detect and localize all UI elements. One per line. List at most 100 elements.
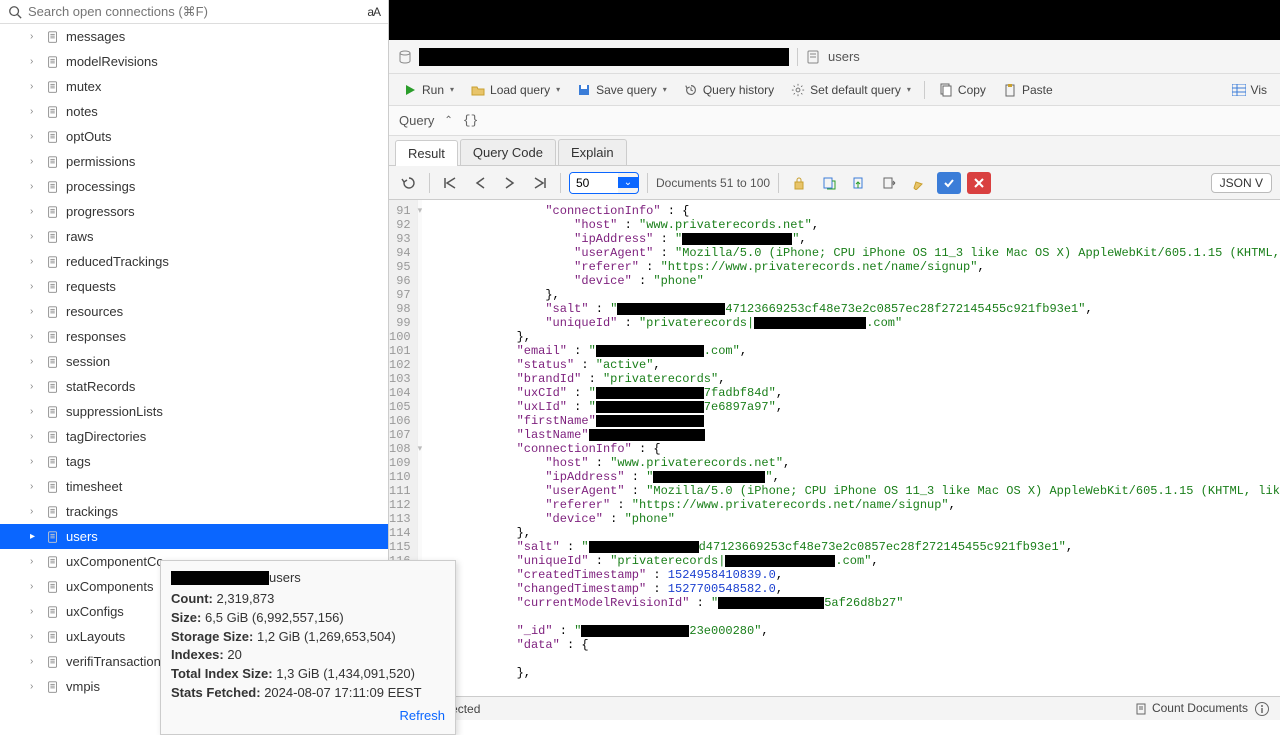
search-bar[interactable]: aA	[0, 0, 388, 24]
export-icon[interactable]	[817, 172, 841, 194]
paste-label: Paste	[1022, 83, 1053, 97]
tree-item-label: vmpis	[66, 679, 100, 694]
history-label: Query history	[703, 83, 774, 97]
chevron-right-icon: ›	[30, 281, 42, 292]
edit-icon[interactable]	[907, 172, 931, 194]
prev-page-button[interactable]	[468, 172, 492, 194]
caret-down-icon: ▾	[907, 85, 911, 94]
breadcrumb: users	[389, 40, 1280, 74]
folder-icon	[470, 82, 486, 98]
count-documents-button[interactable]: Count Documents	[1135, 701, 1248, 716]
tree-item-resources[interactable]: › resources	[0, 299, 388, 324]
tree-item-reducedTrackings[interactable]: ›reducedTrackings	[0, 249, 388, 274]
tree-item-users[interactable]: ▸users	[0, 524, 388, 549]
tab-query-code[interactable]: Query Code	[460, 139, 556, 165]
paste-button[interactable]: Paste	[995, 78, 1060, 102]
chevron-down-icon[interactable]: ⌄	[618, 177, 638, 188]
tab-explain[interactable]: Explain	[558, 139, 627, 165]
tree-item-label: optOuts	[66, 129, 112, 144]
chevron-up-icon[interactable]: ⌃	[444, 115, 452, 126]
grid-icon	[1231, 82, 1247, 98]
tree-item-label: requests	[66, 279, 116, 294]
visual-button[interactable]: Vis	[1224, 78, 1274, 102]
tree-item-label: progressors	[66, 204, 135, 219]
tree-item-responses[interactable]: ›responses	[0, 324, 388, 349]
set-default-query-button[interactable]: Set default query ▾	[783, 78, 918, 102]
default-label: Set default query	[810, 83, 901, 97]
json-editor[interactable]: 9192939495969798991001011021031041051061…	[389, 200, 1280, 696]
save-label: Save query	[596, 83, 657, 97]
query-braces[interactable]: {}	[463, 113, 479, 128]
page-size-input[interactable]	[570, 173, 618, 193]
tree-item-modelRevisions[interactable]: ›modelRevisions	[0, 49, 388, 74]
tree-item-progressors[interactable]: › progressors	[0, 199, 388, 224]
chevron-right-icon: ›	[30, 56, 42, 67]
next-page-button[interactable]	[498, 172, 522, 194]
lock-icon[interactable]	[787, 172, 811, 194]
tooltip-refresh[interactable]: Refresh	[171, 707, 445, 726]
import-icon[interactable]	[847, 172, 871, 194]
tree-item-requests[interactable]: › requests	[0, 274, 388, 299]
info-icon[interactable]	[1254, 701, 1270, 717]
chevron-right-icon: ›	[30, 156, 42, 167]
tree-item-notes[interactable]: ›notes	[0, 99, 388, 124]
check-icon[interactable]	[937, 172, 961, 194]
tab-result[interactable]: Result	[395, 140, 458, 166]
collection-icon	[46, 680, 60, 694]
last-page-button[interactable]	[528, 172, 552, 194]
tree-item-raws[interactable]: ›raws	[0, 224, 388, 249]
copy-icon	[938, 82, 954, 98]
page-size-select[interactable]: ⌄	[569, 172, 639, 194]
delete-icon[interactable]	[967, 172, 991, 194]
tree-item-permissions[interactable]: ›permissions	[0, 149, 388, 174]
status-bar: ument selected Count Documents	[389, 696, 1280, 720]
chevron-right-icon: ›	[30, 206, 42, 217]
tree-item-suppressionLists[interactable]: ›suppressionLists	[0, 399, 388, 424]
save-query-button[interactable]: Save query ▾	[569, 78, 674, 102]
copy-button[interactable]: Copy	[931, 78, 993, 102]
load-query-button[interactable]: Load query ▾	[463, 78, 567, 102]
tree-item-label: notes	[66, 104, 98, 119]
tree-item-session[interactable]: ›session	[0, 349, 388, 374]
database-icon	[397, 49, 413, 65]
collection-icon	[46, 355, 60, 369]
tree-item-label: resources	[66, 304, 123, 319]
doc-out-icon[interactable]	[877, 172, 901, 194]
query-history-button[interactable]: Query history	[676, 78, 781, 102]
first-page-button[interactable]	[438, 172, 462, 194]
tree-item-timesheet[interactable]: › timesheet	[0, 474, 388, 499]
chevron-right-icon: ›	[30, 306, 42, 317]
collection-icon	[806, 49, 822, 65]
collection-icon	[46, 430, 60, 444]
code-area[interactable]: "connectionInfo" : { "host" : "www.priva…	[422, 200, 1280, 696]
tree-item-label: mutex	[66, 79, 101, 94]
chevron-right-icon: ›	[30, 581, 42, 592]
collection-icon	[46, 255, 60, 269]
document-range: Documents 51 to 100	[656, 176, 770, 190]
tree-item-label: uxComponentCo	[66, 554, 164, 569]
chevron-right-icon: ›	[30, 131, 42, 142]
tree-item-statRecords[interactable]: ›statRecords	[0, 374, 388, 399]
view-mode-select[interactable]: JSON V	[1211, 173, 1272, 193]
chevron-right-icon: ›	[30, 481, 42, 492]
tree-item-optOuts[interactable]: › optOuts	[0, 124, 388, 149]
tree-item-tags[interactable]: ›tags	[0, 449, 388, 474]
search-input[interactable]	[28, 4, 367, 19]
tree-item-label: raws	[66, 229, 93, 244]
text-size-icon[interactable]: aA	[367, 5, 380, 19]
chevron-right-icon: ›	[30, 431, 42, 442]
chevron-right-icon: ›	[30, 381, 42, 392]
tree-item-messages[interactable]: ›messages	[0, 24, 388, 49]
tree-item-label: tags	[66, 454, 91, 469]
refresh-button[interactable]	[397, 172, 421, 194]
tree-item-trackings[interactable]: ›trackings	[0, 499, 388, 524]
collection-icon	[46, 555, 60, 569]
tree-item-tagDirectories[interactable]: ›tagDirectories	[0, 424, 388, 449]
tree-item-label: timesheet	[66, 479, 122, 494]
tree-item-processings[interactable]: ›processings	[0, 174, 388, 199]
tree-item-mutex[interactable]: ›mutex	[0, 74, 388, 99]
tab-strip[interactable]	[389, 0, 1280, 40]
redacted-db-prefix	[171, 571, 269, 585]
run-button[interactable]: Run ▾	[395, 78, 461, 102]
collection-icon	[46, 55, 60, 69]
